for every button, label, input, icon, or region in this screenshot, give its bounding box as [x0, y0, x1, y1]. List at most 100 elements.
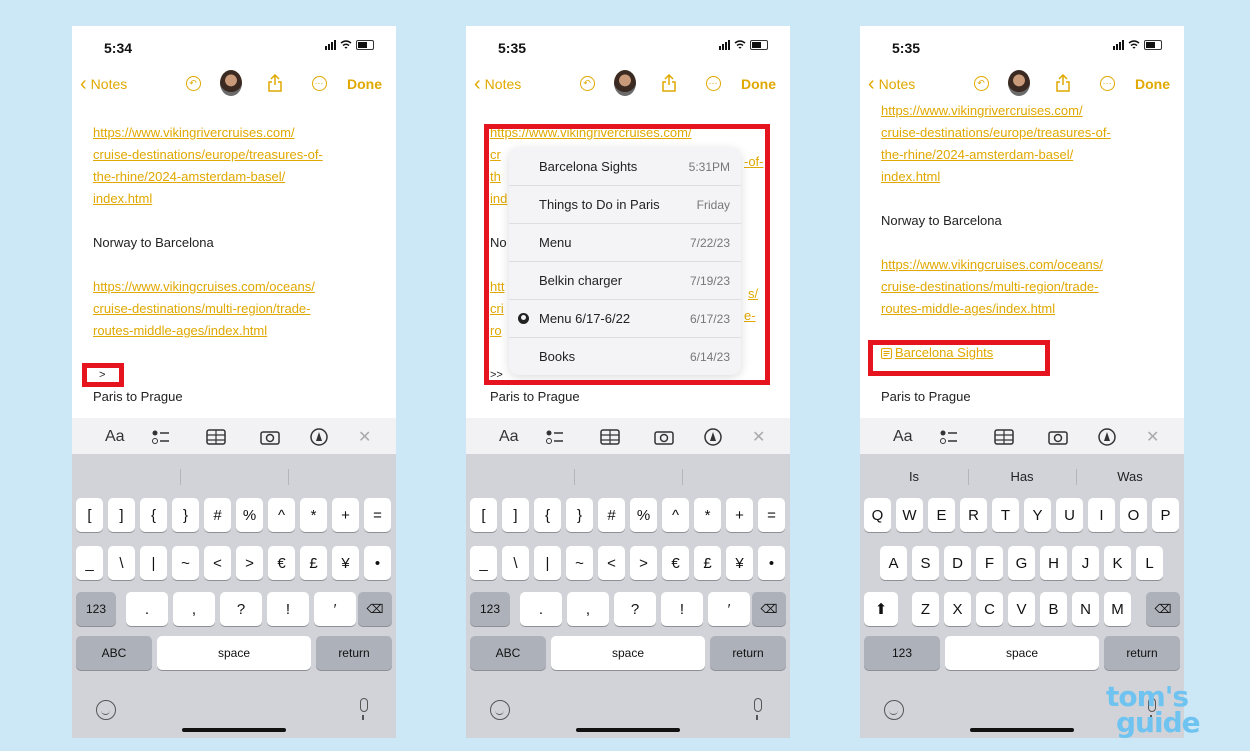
key[interactable]: ]: [502, 498, 529, 532]
key[interactable]: =: [364, 498, 391, 532]
key[interactable]: E: [928, 498, 955, 532]
numbers-key[interactable]: 123: [864, 636, 940, 670]
key[interactable]: .: [520, 592, 562, 626]
note-link-1-line-4[interactable]: index.html: [93, 188, 376, 210]
key[interactable]: !: [267, 592, 309, 626]
undo-button[interactable]: ↶: [576, 72, 598, 94]
key[interactable]: _: [470, 546, 497, 580]
numbers-key[interactable]: 123: [76, 592, 116, 626]
key[interactable]: L: [1136, 546, 1163, 580]
microphone-icon[interactable]: [754, 698, 762, 720]
note-link-2-line-2[interactable]: cruise-destinations/multi-region/trade-: [881, 276, 1164, 298]
delete-key[interactable]: ⌫: [752, 592, 786, 626]
camera-button[interactable]: [654, 426, 674, 448]
key[interactable]: Q: [864, 498, 891, 532]
key[interactable]: J: [1072, 546, 1099, 580]
key[interactable]: C: [976, 592, 1003, 626]
key[interactable]: £: [300, 546, 327, 580]
key[interactable]: K: [1104, 546, 1131, 580]
space-key[interactable]: space: [945, 636, 1099, 670]
note-link-2-line-1[interactable]: https://www.vikingcruises.com/oceans/: [881, 254, 1164, 276]
key[interactable]: .: [126, 592, 168, 626]
key[interactable]: ′: [314, 592, 356, 626]
key[interactable]: ?: [614, 592, 656, 626]
key[interactable]: {: [534, 498, 561, 532]
suggestion-1[interactable]: [466, 462, 574, 492]
markup-button[interactable]: [1098, 426, 1116, 448]
undo-button[interactable]: ↶: [970, 72, 992, 94]
key[interactable]: |: [140, 546, 167, 580]
key[interactable]: G: [1008, 546, 1035, 580]
key[interactable]: B: [1040, 592, 1067, 626]
undo-button[interactable]: ↶: [182, 72, 204, 94]
format-text-button[interactable]: Aa: [499, 426, 519, 448]
close-toolbar-button[interactable]: ✕: [1146, 426, 1159, 448]
note-link-2-line-2[interactable]: cruise-destinations/multi-region/trade-: [93, 298, 376, 320]
share-button[interactable]: [1052, 72, 1074, 94]
emoji-icon[interactable]: [490, 700, 510, 720]
more-button[interactable]: ···: [702, 72, 724, 94]
collaborator-avatar[interactable]: [614, 70, 636, 96]
key[interactable]: *: [300, 498, 327, 532]
key[interactable]: #: [204, 498, 231, 532]
key[interactable]: T: [992, 498, 1019, 532]
abc-key[interactable]: ABC: [76, 636, 152, 670]
note-link-1-line-4[interactable]: index.html: [881, 166, 1164, 188]
space-key[interactable]: space: [551, 636, 705, 670]
format-text-button[interactable]: Aa: [893, 426, 913, 448]
key[interactable]: =: [758, 498, 785, 532]
key[interactable]: [: [470, 498, 497, 532]
key[interactable]: }: [172, 498, 199, 532]
key[interactable]: >: [630, 546, 657, 580]
back-button[interactable]: ‹ Notes: [80, 74, 127, 94]
key[interactable]: ^: [268, 498, 295, 532]
delete-key[interactable]: ⌫: [358, 592, 392, 626]
space-key[interactable]: space: [157, 636, 311, 670]
share-button[interactable]: [658, 72, 680, 94]
key[interactable]: \: [502, 546, 529, 580]
key[interactable]: ]: [108, 498, 135, 532]
collaborator-avatar[interactable]: [220, 70, 242, 96]
key[interactable]: ~: [172, 546, 199, 580]
format-text-button[interactable]: Aa: [105, 426, 125, 448]
key[interactable]: N: [1072, 592, 1099, 626]
shift-key[interactable]: ⬆: [864, 592, 898, 626]
key[interactable]: €: [662, 546, 689, 580]
more-button[interactable]: ···: [308, 72, 330, 94]
emoji-icon[interactable]: [884, 700, 904, 720]
close-toolbar-button[interactable]: ✕: [752, 426, 765, 448]
note-link-1-line-2[interactable]: cruise-destinations/europe/treasures-of-: [881, 122, 1164, 144]
more-button[interactable]: ···: [1096, 72, 1118, 94]
key[interactable]: !: [661, 592, 703, 626]
key[interactable]: #: [598, 498, 625, 532]
key[interactable]: {: [140, 498, 167, 532]
key[interactable]: +: [332, 498, 359, 532]
return-key[interactable]: return: [1104, 636, 1180, 670]
key[interactable]: [: [76, 498, 103, 532]
note-link-2-line-1[interactable]: https://www.vikingcruises.com/oceans/: [93, 276, 376, 298]
back-button[interactable]: ‹ Notes: [868, 74, 915, 94]
share-button[interactable]: [264, 72, 286, 94]
key[interactable]: P: [1152, 498, 1179, 532]
note-link-1-line-1[interactable]: https://www.vikingrivercruises.com/: [93, 122, 376, 144]
done-button[interactable]: Done: [741, 76, 776, 92]
key[interactable]: >: [236, 546, 263, 580]
key[interactable]: ,: [567, 592, 609, 626]
numbers-key[interactable]: 123: [470, 592, 510, 626]
key[interactable]: A: [880, 546, 907, 580]
key[interactable]: ~: [566, 546, 593, 580]
key[interactable]: €: [268, 546, 295, 580]
abc-key[interactable]: ABC: [470, 636, 546, 670]
table-button[interactable]: [994, 426, 1014, 448]
key[interactable]: ¥: [726, 546, 753, 580]
done-button[interactable]: Done: [347, 76, 382, 92]
table-button[interactable]: [600, 426, 620, 448]
note-link-1-line-3[interactable]: the-rhine/2024-amsterdam-basel/: [93, 166, 376, 188]
checklist-button[interactable]: [940, 426, 958, 448]
key[interactable]: •: [758, 546, 785, 580]
key[interactable]: Y: [1024, 498, 1051, 532]
key[interactable]: M: [1104, 592, 1131, 626]
key[interactable]: S: [912, 546, 939, 580]
key[interactable]: U: [1056, 498, 1083, 532]
microphone-icon[interactable]: [360, 698, 368, 720]
